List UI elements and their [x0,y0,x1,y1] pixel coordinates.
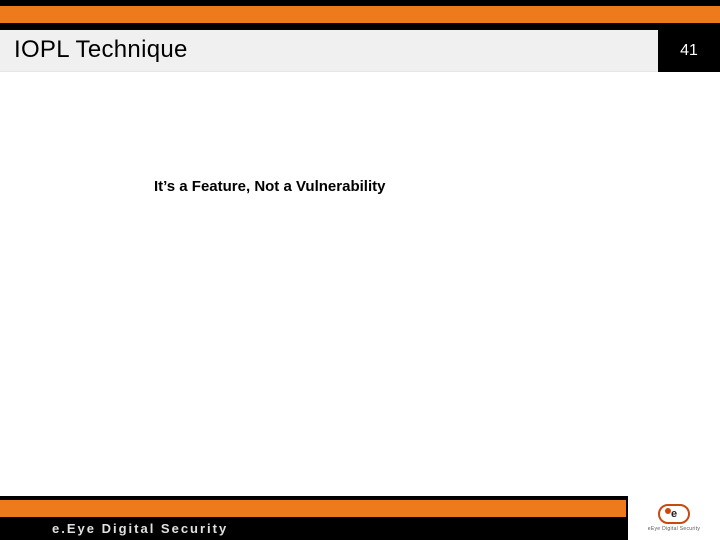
top-border-orange [0,6,720,23]
footer-border-orange [0,500,720,517]
logo-letter: e [671,509,677,520]
slide: IOPL Technique 41 It’s a Feature, Not a … [0,0,720,540]
slide-title: IOPL Technique [14,36,188,64]
logo-subtext: eEye Digital Security [648,526,700,532]
top-border-black-lower [0,23,720,30]
page-number: 41 [680,42,698,60]
footer-logo-panel: e eEye Digital Security [626,496,720,540]
body-headline: It’s a Feature, Not a Vulnerability [154,178,385,195]
footer-brand-text: e.Eye Digital Security [52,521,228,536]
page-number-box: 41 [658,30,720,72]
eye-logo-icon: e [658,504,690,524]
